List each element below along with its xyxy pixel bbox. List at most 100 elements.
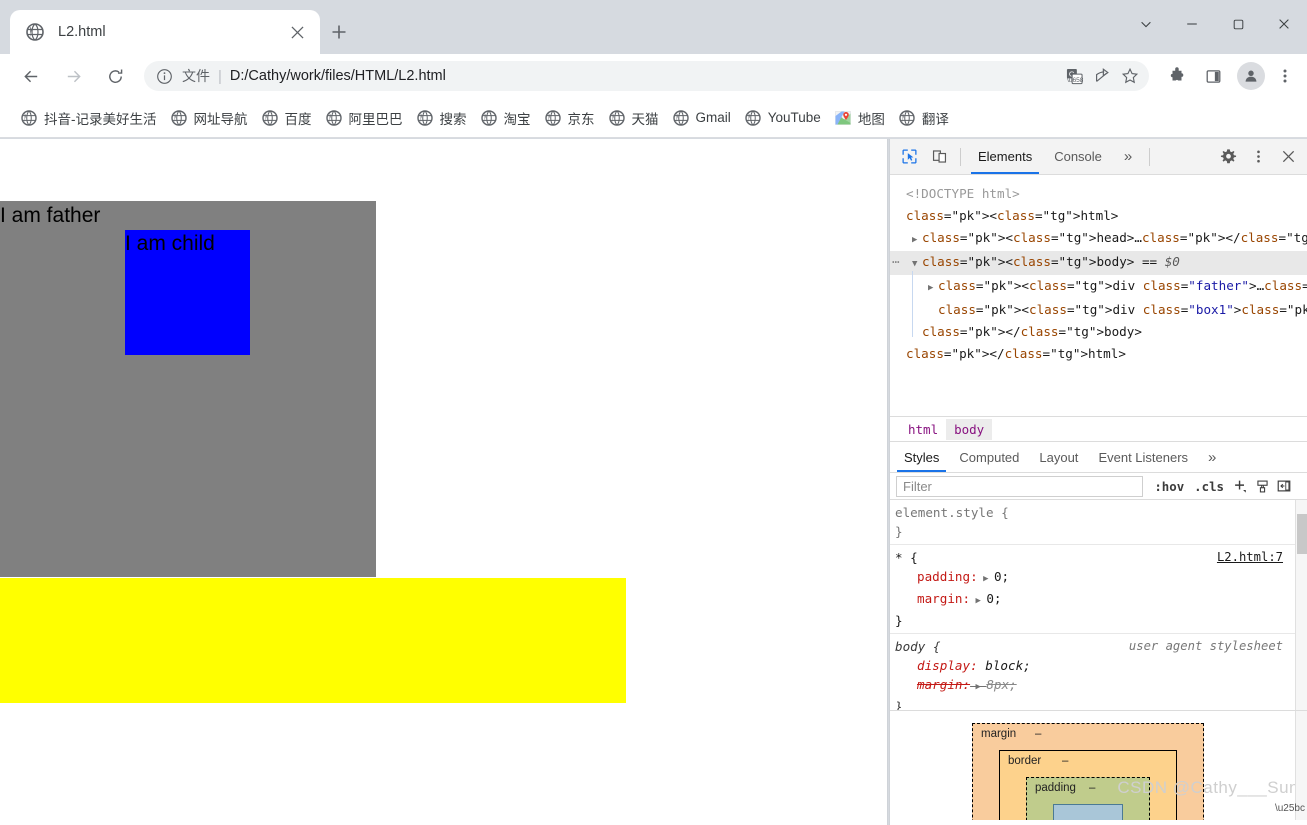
pane-tab-computed[interactable]: Computed — [949, 442, 1029, 472]
style-rule[interactable]: * {L2.html:7 padding: ▶ 0; margin: ▶ 0;} — [890, 545, 1307, 634]
dom-node[interactable]: ▶ class="pk"><class="tg">head>…class="pk"… — [890, 227, 1307, 251]
pane-tabs-overflow[interactable]: » — [1198, 442, 1226, 472]
declaration-property[interactable]: margin: — [895, 591, 970, 606]
style-rule[interactable]: body {user agent stylesheet display: bloc… — [890, 634, 1307, 710]
bookmark-item[interactable]: 翻译 — [892, 105, 956, 131]
pane-tab-styles[interactable]: Styles — [894, 442, 949, 472]
reload-icon[interactable] — [98, 59, 132, 93]
paintbrush-icon[interactable] — [1251, 475, 1273, 497]
devtools-close-icon[interactable] — [1274, 144, 1302, 170]
style-rule-source-link[interactable]: L2.html:7 — [1217, 548, 1283, 567]
bookmark-item[interactable]: 网址导航 — [164, 105, 255, 131]
info-circle-icon[interactable] — [156, 68, 173, 85]
bookmark-item[interactable]: 搜索 — [410, 105, 474, 131]
style-declaration[interactable]: padding: ▶ 0; — [895, 567, 1307, 589]
dom-node[interactable]: ▶ class="pk"><class="tg">div class="fathe… — [890, 275, 1307, 299]
declaration-property[interactable]: display: — [895, 658, 978, 673]
share-icon[interactable] — [1089, 63, 1115, 89]
declaration-expand-triangle-icon[interactable]: ▶ — [970, 596, 986, 606]
devtools-tabs-overflow[interactable]: » — [1113, 139, 1143, 174]
box-model-margin-value[interactable]: – — [1035, 728, 1041, 740]
tab-search-button[interactable] — [1123, 0, 1169, 48]
declaration-value[interactable]: 8px; — [986, 677, 1016, 692]
style-rule[interactable]: element.style {} — [890, 500, 1307, 545]
declaration-value[interactable]: 0; — [994, 569, 1009, 584]
device-toolbar-icon[interactable] — [925, 144, 953, 170]
omnibox-actions: G \u6587 — [1059, 63, 1143, 89]
box-model-border-value[interactable]: – — [1062, 755, 1068, 767]
bookmark-item[interactable]: Gmail — [666, 105, 738, 131]
devtools-more-icon[interactable] — [1244, 144, 1272, 170]
bookmark-item[interactable]: 阿里巴巴 — [319, 105, 410, 131]
browser-tab[interactable]: L2.html — [10, 10, 320, 54]
box-model-margin-label: margin — [981, 728, 1017, 740]
dom-node[interactable]: class="pk"></class="tg">body> — [890, 321, 1307, 343]
side-panel-icon[interactable] — [1197, 60, 1229, 92]
translate-icon[interactable]: G \u6587 — [1061, 63, 1087, 89]
puzzle-icon[interactable] — [1161, 60, 1193, 92]
url-text[interactable]: D:/Cathy/work/files/HTML/L2.html — [230, 68, 1059, 84]
styles-scrollbar[interactable] — [1295, 500, 1307, 710]
declaration-property[interactable]: padding: — [895, 569, 978, 584]
three-dot-menu-icon[interactable] — [1269, 60, 1301, 92]
dom-node[interactable]: <!DOCTYPE html> — [890, 183, 1307, 205]
pane-tab-layout[interactable]: Layout — [1029, 442, 1088, 472]
new-tab-button[interactable] — [325, 18, 353, 46]
hov-toggle[interactable]: :hov — [1149, 479, 1189, 494]
forward-icon[interactable] — [56, 59, 90, 93]
bookmark-item[interactable]: 京东 — [538, 105, 602, 131]
node-more-icon[interactable]: ⋯ — [892, 251, 901, 273]
address-bar[interactable]: 文件 | D:/Cathy/work/files/HTML/L2.html G … — [144, 61, 1149, 91]
child-text: I am child — [125, 232, 215, 255]
style-declaration[interactable]: margin: ▶ 8px; — [895, 675, 1307, 697]
back-icon[interactable] — [14, 59, 48, 93]
declaration-property[interactable]: margin: — [895, 677, 970, 692]
bookmark-item[interactable]: 百度 — [255, 105, 319, 131]
dom-node[interactable]: class="pk"><class="tg">html> — [890, 205, 1307, 227]
box-model-padding-value[interactable]: – — [1089, 782, 1095, 794]
bookmark-item[interactable]: YouTube — [738, 105, 828, 131]
styles-rules-list[interactable]: element.style {} * {L2.html:7 padding: ▶ 0… — [890, 500, 1307, 710]
new-style-rule-button[interactable] — [1229, 475, 1251, 497]
maximize-button[interactable] — [1215, 0, 1261, 48]
bookmark-item[interactable]: 地图 — [828, 105, 892, 131]
cls-toggle[interactable]: .cls — [1189, 479, 1229, 494]
declaration-value[interactable]: block; — [985, 658, 1031, 673]
star-icon[interactable] — [1117, 63, 1143, 89]
style-declaration[interactable]: display: block; — [895, 656, 1307, 675]
person-avatar-icon[interactable] — [1237, 62, 1265, 90]
tab-elements[interactable]: Elements — [967, 139, 1043, 174]
dom-tree[interactable]: <!DOCTYPE html> class="pk"><class="tg">ht… — [890, 175, 1307, 416]
sidebar-toggle-icon[interactable] — [1273, 475, 1295, 497]
inspect-cursor-icon[interactable] — [895, 144, 923, 170]
close-icon[interactable] — [284, 19, 310, 45]
close-window-button[interactable] — [1261, 0, 1307, 48]
bookmark-label: 天猫 — [631, 111, 659, 127]
disclosure-triangle-icon[interactable]: ▶ — [912, 229, 922, 251]
breadcrumb-item-html[interactable]: html — [900, 419, 946, 440]
styles-scrollbar-thumb[interactable] — [1297, 514, 1307, 554]
scroll-down-arrow-icon[interactable]: \u25bc — [1275, 803, 1305, 814]
bookmark-item[interactable]: 淘宝 — [474, 105, 538, 131]
bookmark-item[interactable]: 天猫 — [602, 105, 666, 131]
style-declaration[interactable]: margin: ▶ 0; — [895, 589, 1307, 611]
declaration-value[interactable]: 0; — [986, 591, 1001, 606]
dom-node[interactable]: class="pk"></class="tg">html> — [890, 343, 1307, 365]
declaration-expand-triangle-icon[interactable]: ▶ — [978, 574, 994, 584]
minimize-button[interactable] — [1169, 0, 1215, 48]
disclosure-triangle-icon[interactable]: ▼ — [912, 253, 922, 275]
dom-node[interactable]: ⋯ ▼ class="pk"><class="tg">body> == $0 — [890, 251, 1307, 275]
pane-tab-label: Styles — [904, 449, 940, 465]
gear-icon[interactable] — [1214, 144, 1242, 170]
breadcrumb-item-body[interactable]: body — [946, 418, 993, 440]
disclosure-triangle-icon[interactable]: ▶ — [928, 277, 938, 299]
dom-node[interactable]: class="pk"><class="tg">div class="box1">… — [890, 299, 1307, 321]
tab-console[interactable]: Console — [1043, 139, 1113, 174]
box-model-diagram: margin – border – padding – CSDN @Cathy_… — [890, 710, 1307, 820]
declaration-expand-triangle-icon[interactable]: ▶ — [970, 682, 986, 692]
pane-tab-event-listeners[interactable]: Event Listeners — [1088, 442, 1198, 472]
pane-tab-label: Layout — [1039, 449, 1079, 465]
bookmark-item[interactable]: 抖音-记录美好生活 — [14, 105, 164, 131]
filter-input[interactable]: Filter — [896, 475, 1144, 497]
style-rule-selector[interactable]: element.style { — [895, 503, 1307, 522]
